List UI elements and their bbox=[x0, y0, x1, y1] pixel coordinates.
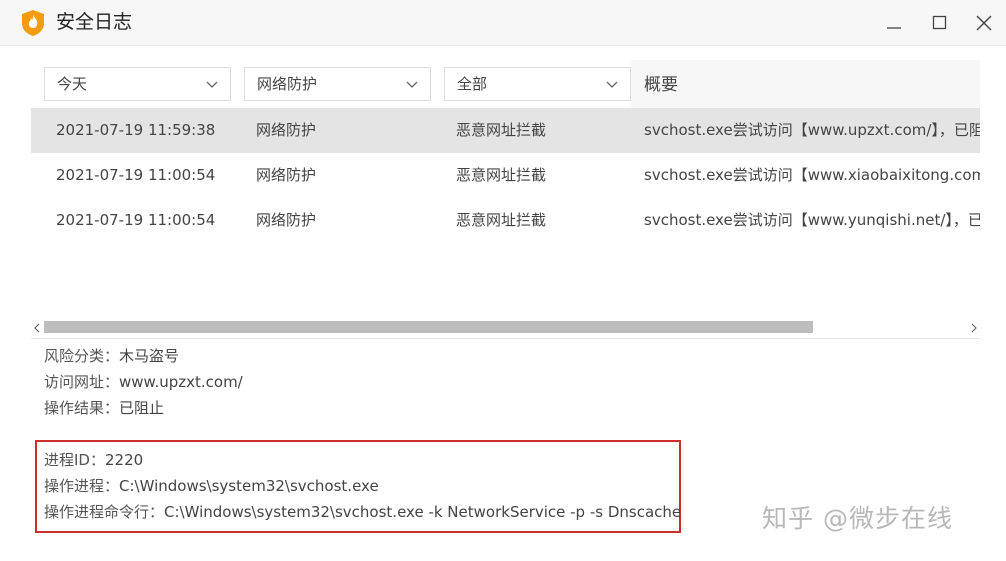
detail-value: www.upzxt.com/ bbox=[119, 373, 243, 391]
row-time: 2021-07-19 11:00:54 bbox=[56, 166, 216, 184]
row-action: 恶意网址拦截 bbox=[456, 166, 547, 184]
result-filter-dropdown[interactable]: 全部 bbox=[444, 67, 631, 101]
maximize-icon[interactable] bbox=[928, 11, 952, 35]
table-row[interactable]: 2021-07-19 11:00:54 网络防护 恶意网址拦截 svchost.… bbox=[31, 153, 980, 198]
detail-label: 操作进程： bbox=[44, 477, 120, 495]
table-row[interactable]: 2021-07-19 11:00:54 网络防护 恶意网址拦截 svchost.… bbox=[31, 198, 980, 243]
row-type: 网络防护 bbox=[256, 166, 317, 184]
chevron-left-icon[interactable] bbox=[31, 319, 43, 336]
detail-pid: 进程ID：2220 bbox=[44, 451, 143, 470]
date-filter-dropdown[interactable]: 今天 bbox=[44, 67, 231, 101]
row-type: 网络防护 bbox=[256, 211, 317, 229]
detail-label: 操作进程命令行： bbox=[44, 503, 165, 521]
scrollbar-thumb[interactable] bbox=[44, 321, 813, 333]
row-summary: svchost.exe尝试访问【www.upzxt.com/】，已阻 bbox=[644, 121, 980, 139]
chevron-down-icon bbox=[606, 81, 618, 88]
result-filter-value: 全部 bbox=[457, 75, 488, 93]
row-type: 网络防护 bbox=[256, 121, 317, 139]
summary-header-cell bbox=[631, 60, 980, 108]
row-action: 恶意网址拦截 bbox=[456, 211, 547, 229]
row-summary: svchost.exe尝试访问【www.yunqishi.net/】，已 bbox=[644, 211, 980, 229]
detail-url: 访问网址：www.upzxt.com/ bbox=[44, 373, 243, 392]
row-action: 恶意网址拦截 bbox=[456, 121, 547, 139]
window-title: 安全日志 bbox=[56, 11, 133, 33]
detail-label: 进程ID： bbox=[44, 451, 105, 469]
detail-value: C:\Windows\system32\svchost.exe bbox=[119, 477, 379, 495]
log-table: 2021-07-19 11:59:38 网络防护 恶意网址拦截 svchost.… bbox=[31, 108, 980, 318]
detail-label: 风险分类： bbox=[44, 347, 120, 365]
detail-risk: 风险分类：木马盗号 bbox=[44, 347, 179, 366]
detail-value: 2220 bbox=[104, 451, 144, 469]
horizontal-scrollbar[interactable] bbox=[31, 319, 980, 336]
detail-value: 已阻止 bbox=[119, 399, 165, 417]
date-filter-value: 今天 bbox=[57, 75, 88, 93]
row-time: 2021-07-19 11:59:38 bbox=[56, 121, 216, 139]
detail-label: 访问网址： bbox=[44, 373, 120, 391]
detail-process: 操作进程：C:\Windows\system32\svchost.exe bbox=[44, 477, 379, 496]
row-summary: svchost.exe尝试访问【www.xiaobaixitong.com/ bbox=[644, 166, 980, 184]
detail-label: 操作结果： bbox=[44, 399, 120, 417]
type-filter-dropdown[interactable]: 网络防护 bbox=[244, 67, 431, 101]
title-bar: 安全日志 bbox=[0, 0, 1006, 46]
shield-flame-icon bbox=[22, 10, 44, 36]
chevron-down-icon bbox=[406, 81, 418, 88]
chevron-down-icon bbox=[206, 81, 218, 88]
type-filter-value: 网络防护 bbox=[257, 75, 318, 93]
chevron-right-icon[interactable] bbox=[968, 319, 980, 336]
detail-result: 操作结果：已阻止 bbox=[44, 399, 164, 418]
watermark: 知乎 @微步在线 bbox=[762, 504, 953, 533]
detail-cmdline: 操作进程命令行：C:\Windows\system32\svchost.exe … bbox=[44, 503, 681, 522]
detail-value: C:\Windows\system32\svchost.exe -k Netwo… bbox=[164, 503, 682, 521]
row-time: 2021-07-19 11:00:54 bbox=[56, 211, 216, 229]
summary-column-header: 概要 bbox=[644, 75, 678, 95]
detail-value: 木马盗号 bbox=[119, 347, 180, 365]
table-row[interactable]: 2021-07-19 11:59:38 网络防护 恶意网址拦截 svchost.… bbox=[31, 108, 980, 153]
minimize-icon[interactable] bbox=[882, 11, 906, 35]
divider bbox=[31, 338, 980, 339]
close-icon[interactable] bbox=[972, 11, 996, 35]
